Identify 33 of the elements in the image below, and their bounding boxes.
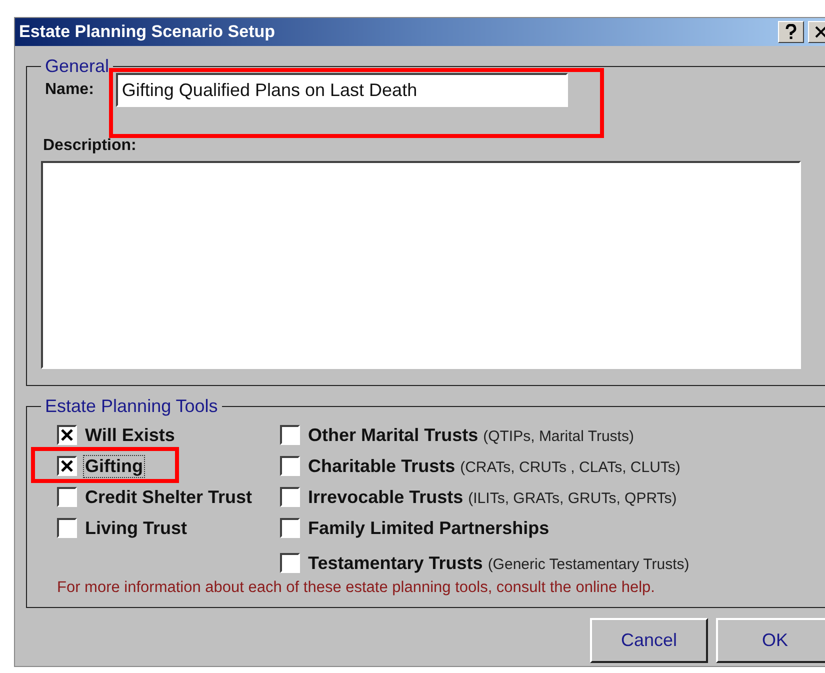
checkbox-label[interactable]: Family Limited Partnerships — [306, 516, 552, 540]
checkbox[interactable] — [280, 425, 300, 445]
close-icon — [815, 26, 825, 38]
checkbox-label[interactable]: Testamentary Trusts (Generic Testamentary Trusts) — [306, 552, 692, 574]
checkbox[interactable] — [57, 425, 77, 445]
checkbox-label[interactable]: Irrevocable Trusts (ILITs, GRATs, GRUTs, QPRTs) — [306, 486, 679, 508]
checkbox-label[interactable]: Will Exists — [83, 424, 177, 446]
checkbox[interactable] — [57, 518, 77, 538]
name-label: Name: — [45, 81, 94, 99]
checkbox[interactable] — [57, 456, 77, 476]
cross-icon — [60, 459, 74, 473]
ok-button[interactable]: OK — [716, 618, 825, 663]
checkbox-label[interactable]: Credit Shelter Trust — [83, 486, 254, 508]
cross-icon — [60, 428, 74, 442]
window-title: Estate Planning Scenario Setup — [19, 22, 276, 42]
group-title: Estate Planning Tools — [44, 396, 219, 417]
checkbox[interactable] — [280, 518, 300, 538]
description-field[interactable] — [41, 161, 801, 369]
name-field[interactable]: Gifting Qualified Plans on Last Death — [116, 73, 568, 107]
help-icon — [785, 24, 797, 40]
checkbox-label[interactable]: Charitable Trusts (CRATs, CRUTs , CLATs, CLUTs) — [306, 454, 682, 478]
group-title: General — [44, 56, 110, 77]
checkbox[interactable] — [280, 487, 300, 507]
checkbox-label[interactable]: Gifting — [83, 454, 145, 478]
checkbox[interactable] — [280, 553, 300, 573]
description-label: Description: — [43, 137, 138, 155]
checkbox[interactable] — [57, 487, 77, 507]
info-text: For more information about each of these estate planning tools, consult the online help. — [57, 579, 656, 597]
checkbox[interactable] — [280, 456, 300, 476]
checkbox-label[interactable]: Living Trust — [83, 516, 190, 540]
checkbox-label[interactable]: Other Marital Trusts (QTIPs, Marital Trusts) — [306, 424, 636, 446]
help-button[interactable] — [778, 21, 804, 43]
cancel-button[interactable]: Cancel — [590, 618, 708, 663]
